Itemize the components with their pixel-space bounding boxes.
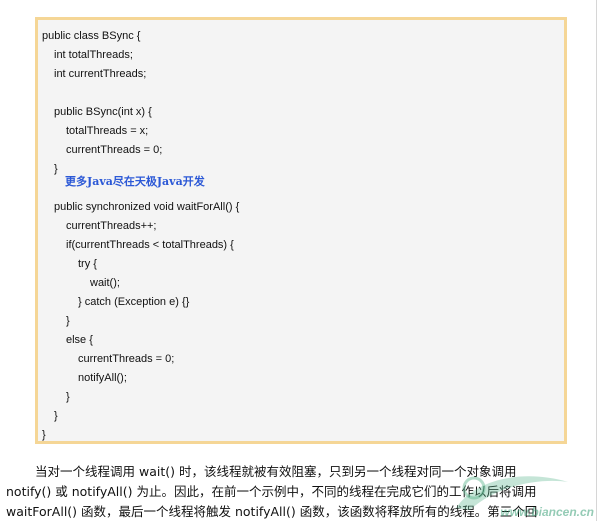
paragraph-line-3: waitForAll() 函数，最后一个线程将触发 notifyAll() 函数… [6,504,538,519]
code-line: public synchronized void waitForAll() { [54,201,240,213]
code-line: } catch (Exception e) {} [78,296,190,308]
code-line: public BSync(int x) { [54,106,152,118]
code-line: currentThreads = 0; [66,144,163,156]
code-line: int currentThreads; [54,68,147,80]
code-line: else { [66,334,93,346]
code-line: public class BSync { [42,30,141,42]
code-line: } [66,315,70,327]
code-line: } [42,429,46,441]
code-lines: public class BSync { int totalThreads; int… [38,20,564,441]
code-line: wait(); [90,277,120,289]
code-line: notifyAll(); [78,372,127,384]
page-edge-divider [596,0,597,521]
code-block: public class BSync { int totalThreads; int… [35,17,567,444]
code-line: try { [78,258,97,270]
code-line: } [66,391,70,403]
code-line: } [54,410,58,422]
code-line: if(currentThreads < totalThreads) { [66,239,234,251]
more-java-link[interactable]: 更多Java尽在天极Java开发 [65,172,205,191]
paragraph-line-2: notify() 或 notifyAll() 为止。因此，在前一个示例中，不同的… [6,484,537,499]
page: public class BSync { int totalThreads; int… [0,0,602,521]
code-line: int totalThreads; [54,49,133,61]
code-line: } [54,163,58,175]
code-line: currentThreads = 0; [78,353,175,365]
code-line: totalThreads = x; [66,125,149,137]
paragraph-line-1: 当对一个线程调用 wait() 时，该线程就被有效阻塞，只到另一个线程对同一个对… [35,464,517,479]
code-line: currentThreads++; [66,220,157,232]
